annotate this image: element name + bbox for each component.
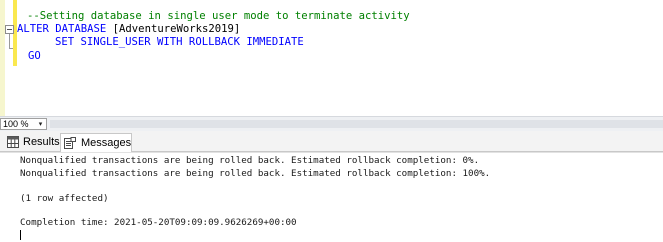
horizontal-scrollbar[interactable] <box>50 120 663 128</box>
database-name: [AdventureWorks2019] <box>106 23 241 35</box>
text-caret <box>20 230 21 240</box>
editor-gutter <box>0 0 5 116</box>
results-tab-bar: Results Messages <box>0 131 663 152</box>
code-comment-line: --Setting database in single user mode t… <box>27 10 410 22</box>
outline-end <box>9 48 13 49</box>
set-single-user-statement: SET SINGLE_USER WITH ROLLBACK IMMEDIATE <box>55 36 304 48</box>
message-line: Nonqualified transactions are being roll… <box>20 168 491 179</box>
zoom-value: 100 % <box>3 119 29 129</box>
message-line: (1 row affected) <box>20 193 109 204</box>
messages-icon <box>64 137 76 149</box>
message-line: Completion time: 2021-05-20T09:09:09.962… <box>20 217 297 228</box>
message-line: Nonqualified transactions are being roll… <box>20 155 480 166</box>
outline-line <box>9 34 10 48</box>
tab-messages[interactable]: Messages <box>60 133 132 152</box>
chevron-down-icon[interactable]: ▾ <box>36 121 45 129</box>
code-go-line: GO <box>28 50 41 62</box>
messages-pane[interactable]: Nonqualified transactions are being roll… <box>0 152 663 242</box>
code-set-line: SET SINGLE_USER WITH ROLLBACK IMMEDIATE <box>17 36 304 48</box>
keyword-alter-database: ALTER DATABASE <box>17 23 107 35</box>
zoom-strip: 100 % ▾ <box>0 116 663 131</box>
tab-messages-label: Messages <box>81 137 132 149</box>
code-alter-line: ALTER DATABASE [AdventureWorks2019] <box>17 23 240 35</box>
tab-results-label: Results <box>23 136 60 148</box>
grid-icon <box>7 136 19 148</box>
zoom-dropdown[interactable]: 100 % ▾ <box>0 118 47 130</box>
tab-results[interactable]: Results <box>5 133 60 151</box>
collapse-icon[interactable] <box>5 25 14 34</box>
query-editor[interactable]: --Setting database in single user mode t… <box>0 0 663 116</box>
